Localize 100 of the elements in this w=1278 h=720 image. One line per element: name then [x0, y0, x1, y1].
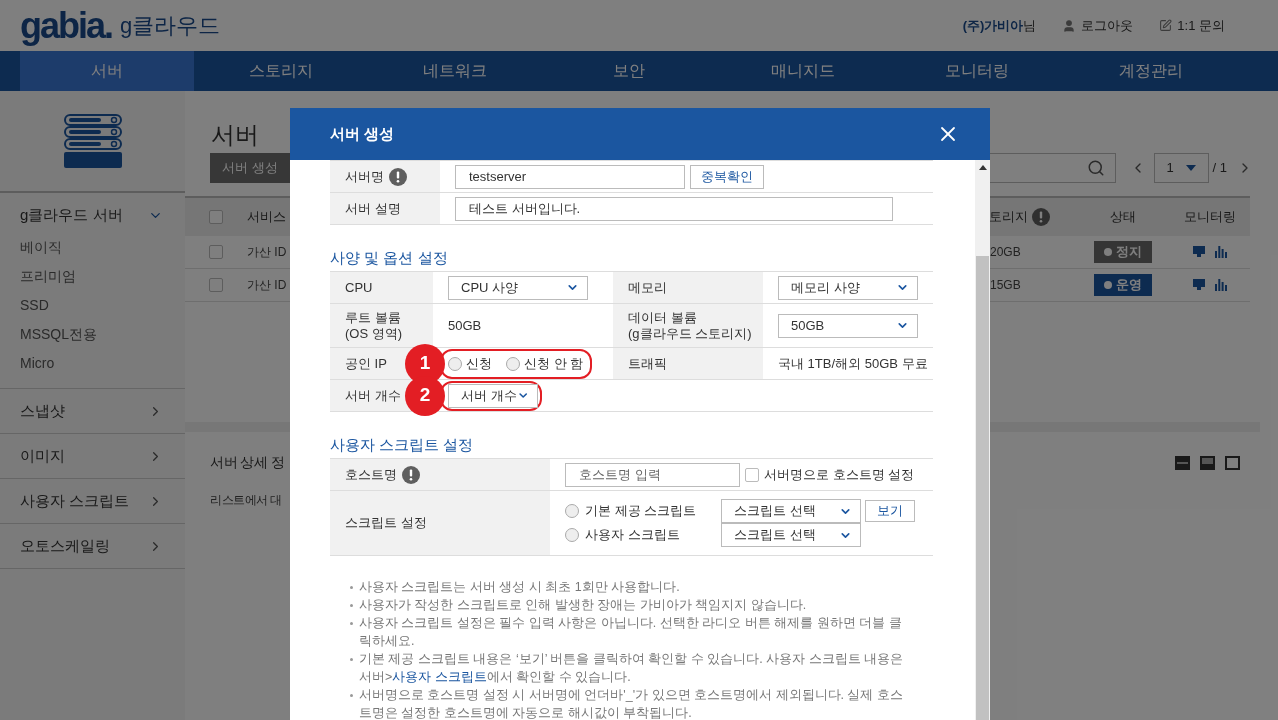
field-label: 서버명: [345, 167, 384, 186]
radio-button[interactable]: [448, 356, 462, 371]
duplicate-check-button[interactable]: 중복확인: [690, 164, 764, 189]
field-value: 50GB: [448, 316, 482, 335]
bar-chart-icon[interactable]: [1215, 246, 1227, 258]
sidebar-item[interactable]: MSSQL전용: [0, 320, 185, 349]
scroll-thumb[interactable]: [976, 256, 989, 720]
field-label: 서버 설명: [345, 199, 401, 218]
nav-tab[interactable]: 매니지드: [716, 51, 890, 91]
sidebar-group[interactable]: 사용자 스크립트: [0, 479, 185, 523]
radio-button[interactable]: [565, 504, 579, 518]
select-field[interactable]: 스크립트 선택: [721, 499, 861, 523]
sidebar-group[interactable]: 스냅샷: [0, 389, 185, 433]
field-label: 공인 IP: [345, 355, 387, 372]
checkbox[interactable]: [745, 467, 759, 482]
section-heading: 사양 및 옵션 설정: [330, 247, 449, 268]
create-server-button[interactable]: 서버 생성: [210, 153, 290, 183]
section-heading: 사용자 스크립트 설정: [330, 434, 475, 455]
description-input[interactable]: 테스트 서버입니다.: [455, 196, 893, 221]
radio-option[interactable]: 신청 안 함: [506, 353, 584, 374]
nav-tab[interactable]: 네트워크: [368, 51, 542, 91]
sidebar-item[interactable]: SSD: [0, 291, 185, 320]
table-cell-text: 가산 ID: [247, 277, 287, 294]
bullet-icon: [350, 694, 353, 697]
dialog-title: 서버 생성: [330, 123, 395, 144]
layout-icon[interactable]: [1225, 455, 1240, 470]
monitor-icon[interactable]: [1193, 246, 1205, 257]
section-title: 서버 상세 정: [210, 453, 285, 472]
logout-link[interactable]: 로그아웃: [1062, 15, 1134, 36]
logo[interactable]: gabia.: [20, 7, 113, 44]
field-label: 메모리: [628, 279, 667, 296]
sidebar-item[interactable]: 프리미엄: [0, 262, 185, 291]
server-icon: [63, 114, 122, 168]
field-value: 국내 1TB/해외 50GB 무료: [778, 354, 928, 373]
nav-tab[interactable]: 모니터링: [890, 51, 1064, 91]
bullet-icon: [350, 622, 353, 625]
info-icon: [402, 465, 420, 484]
table-cell: 20GB: [990, 245, 1021, 259]
field-label: 서버 개수: [345, 387, 401, 404]
nav-tab[interactable]: 계정관리: [1064, 51, 1238, 91]
field-label: 스크립트 설정: [345, 514, 427, 533]
sidebar-item[interactable]: Micro: [0, 349, 185, 378]
bullet-icon: [350, 586, 353, 589]
note-text: 기본 제공 스크립트 내용은 ‘보기’ 버튼을 클릭하여 확인할 수 있습니다. 사용자 스크립트 내용은 서버>사용자 스크립트에서 확인할 수 있습니다.: [359, 651, 905, 686]
scrollbar[interactable]: [975, 160, 990, 720]
column-header: 상태: [1109, 208, 1136, 227]
bullet-icon: [350, 658, 353, 661]
field-label: 데이터 볼륨 (g클라우드 스토리지): [628, 309, 752, 342]
page-title: 서버: [211, 123, 259, 147]
table-cell: 15GB: [990, 278, 1021, 292]
sidebar-group[interactable]: 오토스케일링: [0, 524, 185, 568]
nav-tab[interactable]: 스토리지: [194, 51, 368, 91]
layout-icon[interactable]: [1175, 455, 1190, 470]
info-icon: [389, 167, 407, 186]
nav-tab[interactable]: 보안: [542, 51, 716, 91]
select-field[interactable]: 서버 개수: [448, 383, 538, 408]
radio-button[interactable]: [506, 356, 520, 371]
radio-option[interactable]: 사용자 스크립트: [565, 525, 721, 545]
radio-option[interactable]: 기본 제공 스크립트: [565, 501, 721, 521]
hint-text: 리스트에서 대: [210, 492, 282, 509]
bullet-icon: [350, 604, 353, 607]
status-badge: 운영: [1093, 274, 1152, 296]
radio-button[interactable]: [565, 528, 579, 542]
column-header: 토리지: [989, 208, 1028, 227]
bar-chart-icon[interactable]: [1215, 279, 1227, 291]
radio-option[interactable]: 신청: [448, 353, 492, 374]
select-field[interactable]: CPU 사양: [448, 275, 588, 300]
page-select[interactable]: 1: [1153, 153, 1209, 183]
checkbox[interactable]: [209, 278, 223, 292]
hostname-checkbox[interactable]: 서버명으로 호스트명 설정: [745, 464, 915, 485]
field-label: 트래픽: [628, 355, 667, 372]
field-label: 루트 볼륨 (OS 영역): [345, 309, 403, 342]
product-name: g클라우드: [120, 14, 221, 37]
note-text: 사용자가 작성한 스크립트로 인해 발생한 장애는 가비아가 책임지지 않습니다.: [359, 597, 807, 614]
user-icon: [1062, 18, 1077, 33]
user-name: (주)가비아님: [962, 16, 1037, 35]
search-icon: [1086, 159, 1105, 177]
monitor-icon[interactable]: [1193, 279, 1205, 290]
status-badge: 정지: [1093, 241, 1152, 263]
select-field[interactable]: 메모리 사양: [778, 275, 918, 300]
checkbox[interactable]: [209, 245, 223, 259]
sidebar-group[interactable]: 이미지: [0, 434, 185, 478]
page-total: / 1: [1212, 159, 1227, 178]
script-link[interactable]: 사용자 스크립트: [392, 670, 487, 684]
column-header: 서비스: [247, 208, 286, 227]
select-field[interactable]: 50GB: [778, 313, 918, 338]
edit-icon: [1159, 19, 1173, 32]
checkbox[interactable]: [209, 210, 223, 224]
note-text: 서버명으로 호스트명 설정 시 서버명에 언더바'_'가 있으면 호스트명에서 제외됩니다. 실제 호스트명은 설정한 호스트명에 자동으로 해시값이 부착됩니다.: [359, 687, 904, 720]
note-text: 사용자 스크립트 설정은 필수 입력 사항은 아닙니다. 선택한 라디오 버튼 해제를 원하면 더블 클릭하세요.: [359, 615, 903, 650]
hostname-input[interactable]: 호스트명 입력: [565, 462, 740, 487]
nav-tab[interactable]: 서버: [20, 51, 194, 91]
inquiry-link[interactable]: 1:1 문의: [1159, 15, 1225, 36]
scroll-up-icon[interactable]: [978, 165, 987, 170]
select-field[interactable]: 스크립트 선택: [721, 523, 861, 547]
field-label: 호스트명: [345, 465, 397, 484]
server-name-input[interactable]: testserver: [455, 164, 685, 189]
view-button[interactable]: 보기: [865, 500, 915, 522]
caret-icon: [1185, 165, 1196, 171]
layout-icon[interactable]: [1200, 455, 1215, 470]
